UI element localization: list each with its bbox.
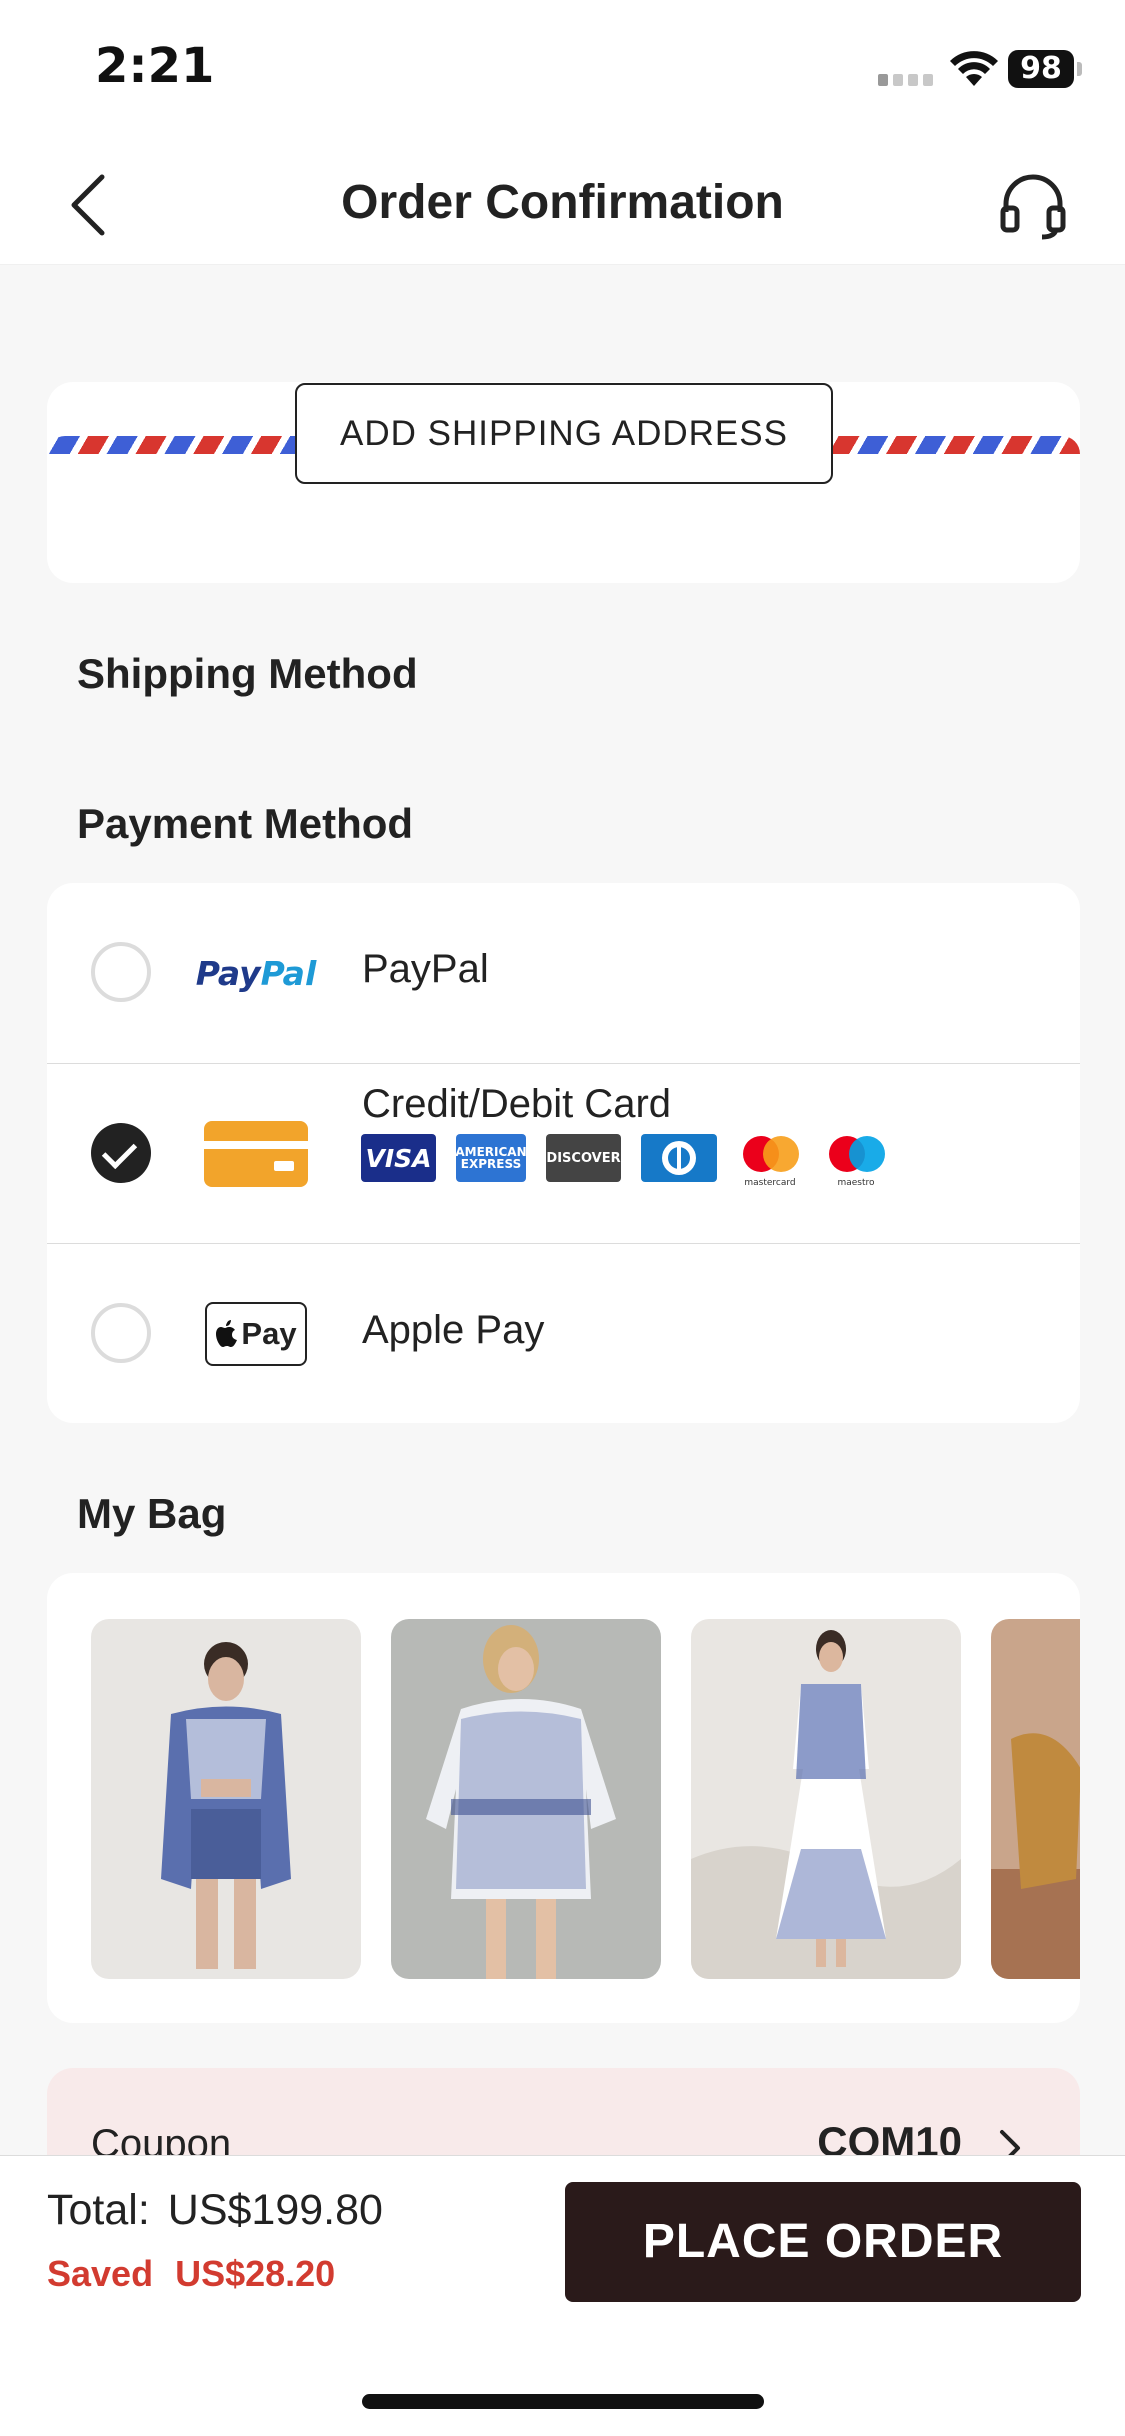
credit-card-icon [204,1121,308,1187]
payment-option-card[interactable]: Credit/Debit Card VISA AMERICAN EXPRESS D… [47,1063,1080,1243]
page-title: Order Confirmation [341,176,784,229]
battery-indicator: 98 [1008,50,1082,88]
status-bar: 2:21 98 [0,0,1125,140]
payment-option-paypal[interactable]: PayPal PayPal [47,883,1080,1063]
nav-bar: Order Confirmation [0,140,1125,265]
headset-icon [1000,174,1066,240]
amex-logo-icon: AMERICAN EXPRESS [455,1134,527,1182]
discover-logo-icon: DISCOVER [546,1134,621,1182]
home-indicator [362,2394,764,2409]
payment-option-apple-pay[interactable]: Pay Apple Pay [47,1243,1080,1423]
payment-method-title: Payment Method [77,800,414,847]
bag-item-image[interactable] [991,1619,1080,1979]
order-total: Total: US$199.80 [47,2186,383,2235]
diners-club-logo-icon [641,1134,717,1182]
paypal-label: PayPal [362,947,489,991]
status-time: 2:21 [95,38,215,94]
visa-logo-icon: VISA [361,1134,436,1182]
radio-card-checked[interactable] [91,1123,151,1183]
customer-support-button[interactable] [998,170,1068,240]
maestro-logo-icon: maestro [823,1134,889,1188]
apple-pay-logo-icon: Pay [204,1301,308,1367]
payment-method-list: PayPal PayPal Credit/Debit Card VISA AME… [47,883,1080,1423]
mastercard-logo-icon: mastercard [737,1134,803,1188]
my-bag-title: My Bag [77,1490,227,1537]
bag-items-carousel[interactable] [47,1573,1080,2023]
radio-apple-pay[interactable] [91,1303,151,1363]
bag-item-image[interactable] [691,1619,961,1979]
card-label: Credit/Debit Card [362,1082,672,1126]
radio-paypal[interactable] [91,942,151,1002]
wifi-icon [950,51,998,86]
saved-value: US$28.20 [175,2253,336,2294]
bag-item-image[interactable] [91,1619,361,1979]
card-brands: VISA AMERICAN EXPRESS DISCOVER mastercard… [361,1133,889,1188]
paypal-logo-icon: PayPal [195,953,317,993]
signal-icon [878,64,936,86]
total-value: US$199.80 [167,2186,383,2234]
shipping-method-title: Shipping Method [77,650,418,697]
add-shipping-address-button[interactable]: ADD SHIPPING ADDRESS [295,383,833,484]
apple-pay-label: Apple Pay [362,1308,545,1352]
saved-amount: Saved US$28.20 [47,2253,335,2295]
saved-label: Saved [47,2253,154,2294]
bag-item-image[interactable] [391,1619,661,1979]
total-label: Total: [47,2186,150,2234]
place-order-button[interactable]: PLACE ORDER [565,2182,1081,2302]
